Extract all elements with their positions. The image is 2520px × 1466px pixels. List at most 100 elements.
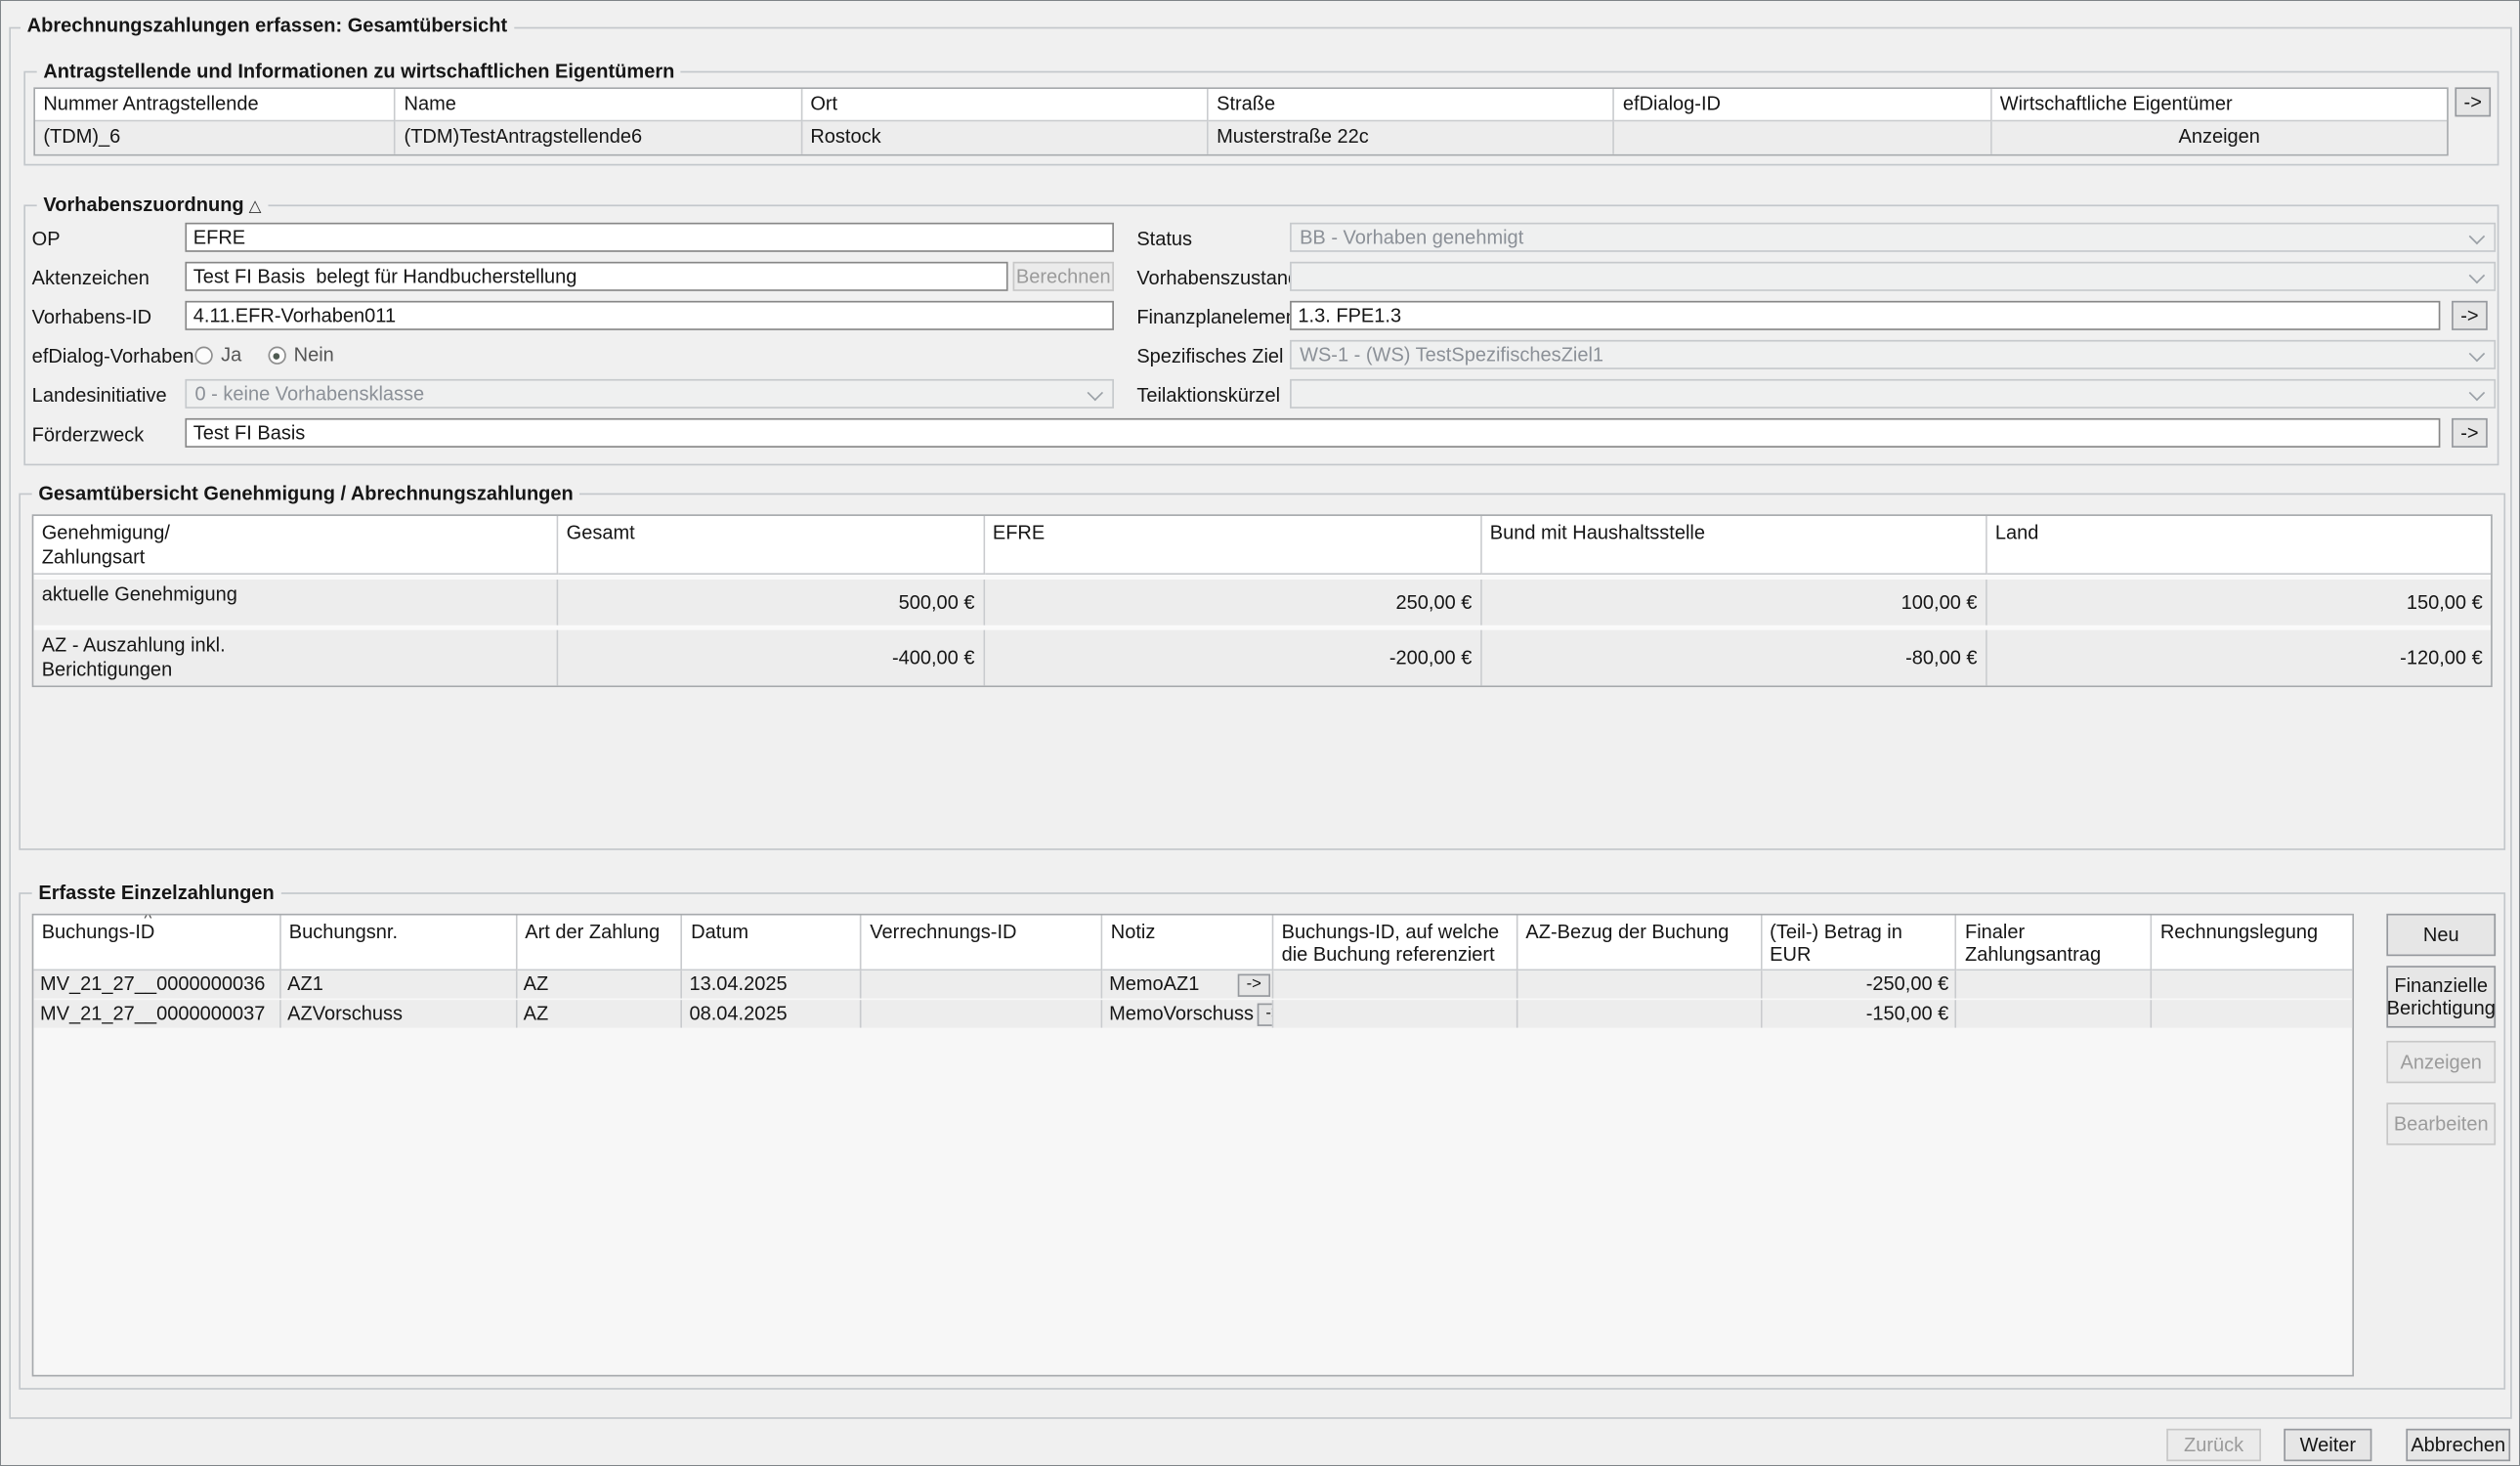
column-header: Name (396, 89, 802, 121)
cell-verrechnungs-id (862, 970, 1102, 998)
foerderzweck-input[interactable]: Test FI Basis (185, 418, 2440, 448)
zurueck-button: Zurück (2166, 1429, 2261, 1461)
cell-efre: 250,00 € (985, 580, 1482, 625)
cell-finaler-zahlungsantrag (1957, 970, 2153, 998)
cell-datum: 13.04.2025 (683, 970, 862, 998)
neu-button[interactable]: Neu (2386, 914, 2496, 956)
teilaktionskuerzel-label: Teilaktionskürzel (1136, 384, 1280, 409)
collapse-icon[interactable]: △ (249, 198, 262, 216)
section-einzelzahlungen: Erfasste Einzelzahlungen ^Buchungs-ID Bu… (19, 892, 2505, 1390)
cell-referenz (1273, 970, 1517, 998)
column-header-art[interactable]: Art der Zahlung (517, 916, 683, 971)
cell-buchungs-id: MV_21_27__0000000036 (33, 970, 280, 998)
column-header-rechnungslegung[interactable]: Rechnungslegung (2153, 916, 2353, 971)
finanzielle-berichtigung-button[interactable]: Finanzielle Berichtigung (2386, 966, 2496, 1027)
einzelzahlungen-table: ^Buchungs-ID Buchungsnr. Art der Zahlung… (32, 914, 2354, 1377)
cell-betrag: -250,00 € (1762, 970, 1957, 998)
landesinitiative-label: Landesinitiative (32, 384, 167, 409)
finanzplanelement-input[interactable]: 1.3. FPE1.3 (1290, 301, 2440, 330)
cell-art: AZ (517, 970, 683, 998)
radio-ja[interactable]: Ja (194, 343, 241, 367)
column-header: Wirtschaftliche Eigentümer (1991, 89, 2447, 121)
finanzplanelement-label: Finanzplanelement (1136, 306, 1302, 330)
cell-notiz: MemoVorschuss-> (1102, 1000, 1273, 1027)
chevron-down-icon (2469, 268, 2486, 284)
section-antragstellende-title: Antragstellende und Informationen zu wir… (37, 60, 681, 84)
cell-efdialog-id (1615, 121, 1992, 153)
cell-betrag: -150,00 € (1762, 1000, 1957, 1027)
chevron-down-icon (2469, 229, 2486, 245)
op-input[interactable]: EFRE (185, 223, 1114, 252)
abbrechen-button[interactable]: Abbrechen (2406, 1429, 2510, 1461)
section-gesamtuebersicht-title: Gesamtübersicht Genehmigung / Abrechnung… (32, 482, 580, 506)
cell-notiz: MemoAZ1-> (1102, 970, 1273, 998)
column-header: Land (1987, 516, 2491, 575)
cell-land: 150,00 € (1987, 580, 2491, 625)
aktenzeichen-input[interactable]: Test FI Basis belegt für Handbucherstell… (185, 262, 1007, 291)
landesinitiative-value: 0 - keine Vorhabensklasse (194, 381, 424, 406)
open-antragstellende-button[interactable]: -> (2455, 87, 2491, 116)
section-vorhabenszuordnung: Vorhabenszuordnung△ OP EFRE Aktenzeichen… (23, 204, 2499, 465)
cell-art: AZ (517, 1000, 683, 1027)
foerderzweck-open-button[interactable]: -> (2452, 418, 2488, 448)
cell-referenz (1273, 1000, 1517, 1027)
cell-buchungsnr: AZVorschuss (280, 1000, 516, 1027)
column-header-notiz[interactable]: Notiz (1102, 916, 1273, 971)
radio-nein[interactable]: Nein (268, 343, 334, 367)
column-header: Bund mit Haushaltsstelle (1481, 516, 1986, 575)
antragstellende-table: Nummer Antragstellende Name Ort Straße e… (33, 87, 2448, 155)
bearbeiten-button: Bearbeiten (2386, 1102, 2496, 1144)
notiz-open-button[interactable]: -> (1257, 1003, 1273, 1025)
cell-gesamt: -400,00 € (558, 630, 984, 686)
berechnen-button: Berechnen (1013, 262, 1114, 291)
column-header-verrechnungs-id[interactable]: Verrechnungs-ID (862, 916, 1102, 971)
cell-az-bezug (1517, 1000, 1762, 1027)
vorhabenszustand-label: Vorhabenszustand (1136, 267, 1299, 291)
spezifisches-ziel-label: Spezifisches Ziel (1136, 345, 1283, 369)
cell-bund: 100,00 € (1481, 580, 1986, 625)
column-header-finaler-zahlungsantrag[interactable]: Finaler Zahlungsantrag (1957, 916, 2153, 971)
vorhabenszustand-select (1290, 262, 2496, 291)
vorhabens-id-label: Vorhabens-ID (32, 306, 151, 330)
cell-buchungsnr: AZ1 (280, 970, 516, 998)
cell-zahlungsart: aktuelle Genehmigung (33, 580, 558, 625)
main-group: Abrechnungszahlungen erfassen: Gesamtübe… (9, 27, 2511, 1419)
table-row: AZ - Auszahlung inkl. Berichtigungen -40… (33, 630, 2491, 686)
anzeigen-button: Anzeigen (2386, 1041, 2496, 1083)
chevron-down-icon (2469, 346, 2486, 363)
column-header-buchungsnr[interactable]: Buchungsnr. (280, 916, 516, 971)
column-header-buchungs-id[interactable]: ^Buchungs-ID (33, 916, 280, 971)
status-select: BB - Vorhaben genehmigt (1290, 223, 2496, 252)
cell-verrechnungs-id (862, 1000, 1102, 1027)
status-label: Status (1136, 228, 1192, 252)
wirtschaftliche-eigentuemer-anzeigen[interactable]: Anzeigen (1991, 121, 2447, 153)
sort-ascending-icon: ^ (144, 916, 151, 928)
column-header-referenz[interactable]: Buchungs-ID, auf welche die Buchung refe… (1273, 916, 1517, 971)
cell-bund: -80,00 € (1481, 630, 1986, 686)
finanzplanelement-open-button[interactable]: -> (2452, 301, 2488, 330)
section-einzelzahlungen-title: Erfasste Einzelzahlungen (32, 882, 281, 906)
cell-finaler-zahlungsantrag (1957, 1000, 2153, 1027)
column-header-az-bezug[interactable]: AZ-Bezug der Buchung (1517, 916, 1762, 971)
radio-ja-label: Ja (221, 343, 241, 367)
column-header-text: Buchungs-ID (42, 921, 155, 943)
column-header-betrag[interactable]: (Teil-) Betrag in EUR (1762, 916, 1957, 971)
cell-strasse: Musterstraße 22c (1209, 121, 1615, 153)
column-header-datum[interactable]: Datum (683, 916, 862, 971)
column-header: Genehmigung/ Zahlungsart (33, 516, 558, 575)
vorhabens-id-input[interactable]: 4.11.EFR-Vorhaben011 (185, 301, 1114, 330)
radio-unselected-icon (194, 347, 212, 365)
table-row[interactable]: MV_21_27__0000000036 AZ1 AZ 13.04.2025 M… (33, 970, 2352, 998)
cell-ort: Rostock (802, 121, 1209, 153)
page-title: Abrechnungszahlungen erfassen: Gesamtübe… (21, 14, 514, 38)
cell-rechnungslegung (2153, 1000, 2353, 1027)
section-antragstellende: Antragstellende und Informationen zu wir… (23, 71, 2499, 166)
section-title-text: Vorhabenszuordnung (43, 194, 243, 216)
column-header: Ort (802, 89, 1209, 121)
op-label: OP (32, 228, 61, 252)
table-row[interactable]: MV_21_27__0000000037 AZVorschuss AZ 08.0… (33, 1000, 2352, 1027)
table-row[interactable]: (TDM)_6 (TDM)TestAntragstellende6 Rostoc… (35, 121, 2447, 153)
notiz-open-button[interactable]: -> (1238, 973, 1270, 996)
weiter-button[interactable]: Weiter (2284, 1429, 2371, 1461)
column-header: Nummer Antragstellende (35, 89, 396, 121)
